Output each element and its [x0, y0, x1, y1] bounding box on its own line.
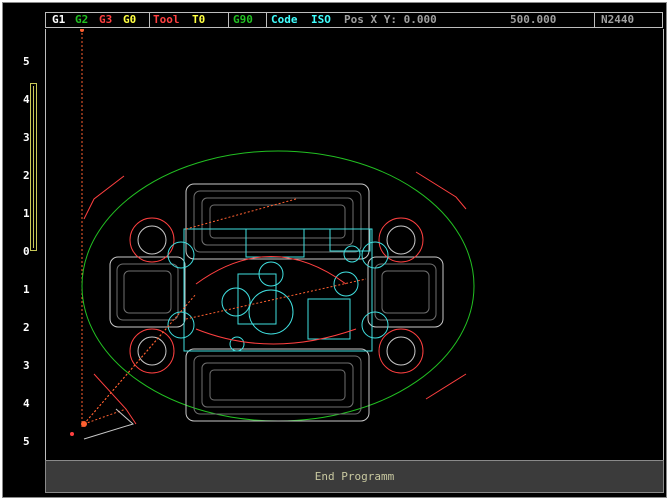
footer-message: End Programm [314, 470, 395, 483]
g90-indicator: G90 [233, 13, 253, 26]
status-separator [149, 13, 150, 27]
position-readout: Pos X Y: 0.000 [344, 13, 437, 26]
y-tick-label: 5 [23, 435, 30, 448]
g2-indicator: G2 [75, 13, 89, 26]
code-label: Code [271, 13, 298, 26]
tool-value: T0 [192, 13, 206, 26]
g3-indicator: G3 [99, 13, 113, 26]
g0-indicator: G0 [123, 13, 137, 26]
y-tick-label: 5 [23, 55, 30, 68]
status-separator [228, 13, 229, 27]
status-bar: G1 G2 G3 G0 Tool T0 G90 Code ISO Pos X Y… [45, 12, 663, 28]
cnc-simulator-window: G1 G2 G3 G0 Tool T0 G90 Code ISO Pos X Y… [2, 2, 667, 498]
code-value: ISO [311, 13, 331, 26]
zoom-slider[interactable] [30, 83, 37, 251]
y-tick-label: 3 [23, 359, 30, 372]
status-separator [594, 13, 595, 27]
position-y-readout: 500.000 [510, 13, 557, 26]
status-footer: End Programm [45, 460, 664, 493]
toolpath-canvas[interactable] [45, 29, 664, 460]
line-number: N2440 [601, 13, 635, 26]
y-tick-label: 1 [23, 283, 30, 296]
g1-indicator: G1 [52, 13, 66, 26]
y-tick-label: 2 [23, 321, 30, 334]
tool-label: Tool [153, 13, 180, 26]
toolpath-drawing [70, 29, 475, 440]
status-separator [266, 13, 267, 27]
y-tick-label: 4 [23, 397, 30, 410]
